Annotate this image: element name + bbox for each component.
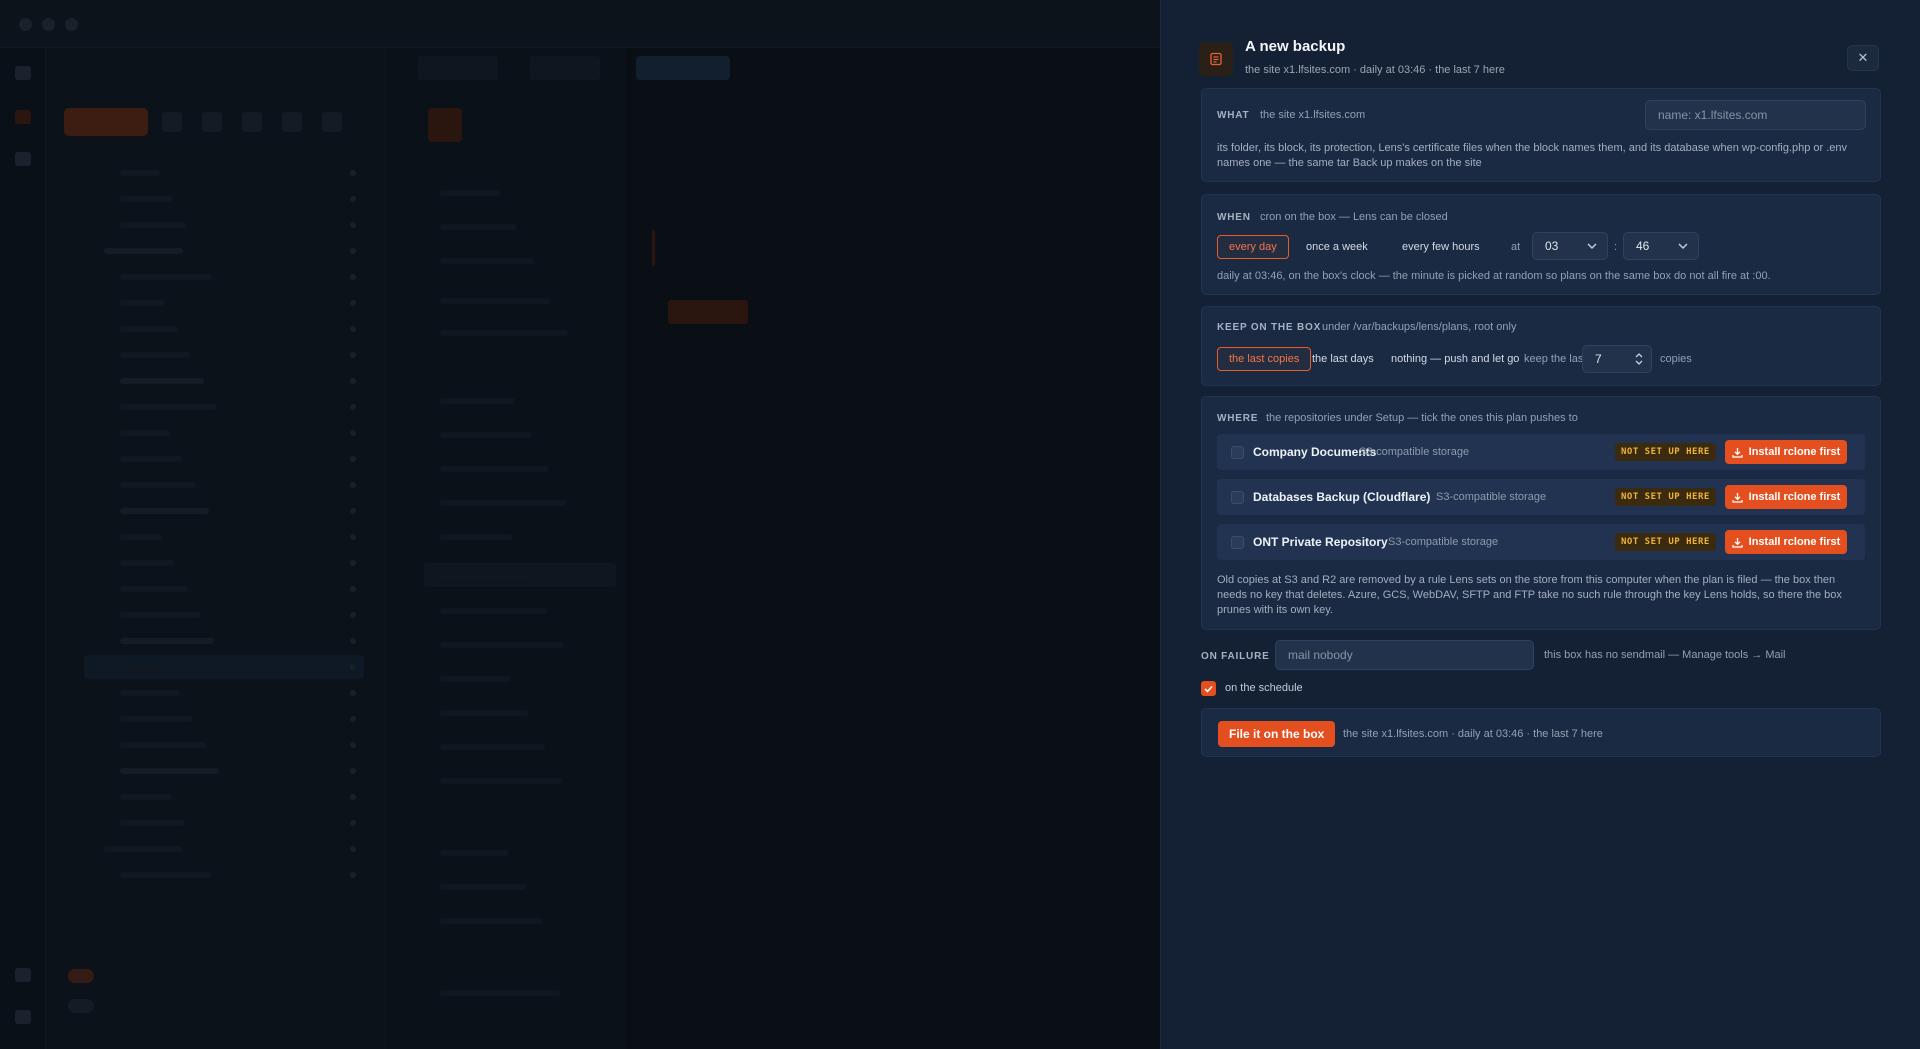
copies-unit: copies: [1660, 353, 1692, 365]
hour-select[interactable]: 03: [1532, 232, 1608, 260]
schedule-note: daily at 03:46, on the box's clock — the…: [1217, 270, 1771, 282]
repository-name: Databases Backup (Cloudflare): [1253, 490, 1431, 504]
retention-nothing[interactable]: nothing — push and let go: [1380, 347, 1530, 371]
on-schedule-label: on the schedule: [1225, 682, 1303, 694]
download-icon: [1731, 447, 1743, 458]
backup-icon: [1199, 42, 1233, 76]
keep-the-last-label: keep the last: [1524, 353, 1587, 365]
where-description: the repositories under Setup — tick the …: [1266, 412, 1578, 424]
chevron-down-icon: [1587, 243, 1597, 249]
file-it-button[interactable]: File it on the box: [1218, 721, 1336, 747]
when-description: cron on the box — Lens can be closed: [1260, 211, 1448, 223]
hour-value: 03: [1545, 239, 1559, 253]
what-label: WHAT: [1217, 110, 1250, 121]
repository-checkbox[interactable]: [1231, 536, 1244, 549]
repository-type: S3-compatible storage: [1436, 491, 1547, 503]
when-section: WHEN cron on the box — Lens can be close…: [1201, 194, 1881, 295]
repository-name: ONT Private Repository: [1253, 535, 1388, 549]
repository-name: Company Documents: [1253, 445, 1377, 459]
chevron-down-icon: [1678, 243, 1688, 249]
repository-checkbox[interactable]: [1231, 491, 1244, 504]
panel-title: A new backup: [1245, 38, 1346, 55]
failure-note: this box has no sendmail — Manage tools …: [1544, 649, 1786, 661]
where-section: WHERE the repositories under Setup — tic…: [1201, 396, 1881, 630]
keep-description: under /var/backups/lens/plans, root only: [1322, 321, 1517, 333]
close-button[interactable]: ✕: [1847, 45, 1879, 71]
when-label: WHEN: [1217, 212, 1251, 223]
minute-value: 46: [1636, 239, 1650, 253]
what-description: the site x1.lfsites.com: [1260, 109, 1366, 121]
panel-subtitle: the site x1.lfsites.com · daily at 03:46…: [1245, 64, 1505, 76]
failure-mail-input[interactable]: [1275, 640, 1534, 670]
status-badge: NOT SET UP HERE: [1615, 443, 1716, 461]
install-rclone-label: Install rclone first: [1748, 491, 1841, 503]
status-badge: NOT SET UP HERE: [1615, 488, 1716, 506]
on-failure-label: ON FAILURE: [1201, 651, 1270, 662]
plan-summary: the site x1.lfsites.com · daily at 03:46…: [1343, 728, 1603, 740]
install-rclone-button[interactable]: Install rclone first: [1725, 440, 1847, 464]
repository-checkbox[interactable]: [1231, 446, 1244, 459]
install-rclone-button[interactable]: Install rclone first: [1725, 485, 1847, 509]
what-details: its folder, its block, its protection, L…: [1217, 142, 1848, 169]
modal-backdrop[interactable]: [0, 0, 1160, 1049]
pruning-note: Old copies at S3 and R2 are removed by a…: [1217, 574, 1842, 616]
on-schedule-checkbox[interactable]: [1201, 681, 1216, 696]
repository-row: Databases Backup (Cloudflare) S3-compati…: [1217, 479, 1865, 515]
repository-row: Company Documents S3-compatible storage …: [1217, 434, 1865, 470]
frequency-every-few-hours[interactable]: every few hours: [1391, 235, 1491, 259]
copies-stepper[interactable]: 7: [1582, 345, 1652, 373]
repository-type: S3-compatible storage: [1359, 446, 1470, 458]
status-badge: NOT SET UP HERE: [1615, 533, 1716, 551]
frequency-every-day[interactable]: every day: [1217, 235, 1289, 259]
checkmark-icon: [1204, 685, 1213, 693]
submit-section: File it on the box the site x1.lfsites.c…: [1201, 708, 1881, 757]
download-icon: [1731, 537, 1743, 548]
repository-type: S3-compatible storage: [1388, 536, 1499, 548]
time-separator: :: [1614, 241, 1618, 253]
install-rclone-label: Install rclone first: [1748, 536, 1841, 548]
new-backup-panel: A new backup the site x1.lfsites.com · d…: [1160, 0, 1920, 1049]
install-rclone-button[interactable]: Install rclone first: [1725, 530, 1847, 554]
what-section: WHAT the site x1.lfsites.com its folder,…: [1201, 88, 1881, 182]
minute-select[interactable]: 46: [1623, 232, 1699, 260]
at-label: at: [1511, 241, 1521, 253]
copies-value: 7: [1595, 352, 1602, 366]
plan-name-input[interactable]: [1645, 100, 1866, 130]
retention-last-copies[interactable]: the last copies: [1217, 347, 1312, 371]
download-icon: [1731, 492, 1743, 503]
where-label: WHERE: [1217, 413, 1259, 424]
repository-row: ONT Private Repository S3-compatible sto…: [1217, 524, 1865, 560]
stepper-arrows-icon: [1635, 353, 1643, 365]
close-icon: ✕: [1857, 50, 1869, 65]
keep-section: KEEP ON THE BOX under /var/backups/lens/…: [1201, 306, 1881, 386]
keep-label: KEEP ON THE BOX: [1217, 322, 1322, 333]
install-rclone-label: Install rclone first: [1748, 446, 1841, 458]
frequency-once-a-week[interactable]: once a week: [1295, 235, 1379, 259]
retention-last-days[interactable]: the last days: [1301, 347, 1385, 371]
